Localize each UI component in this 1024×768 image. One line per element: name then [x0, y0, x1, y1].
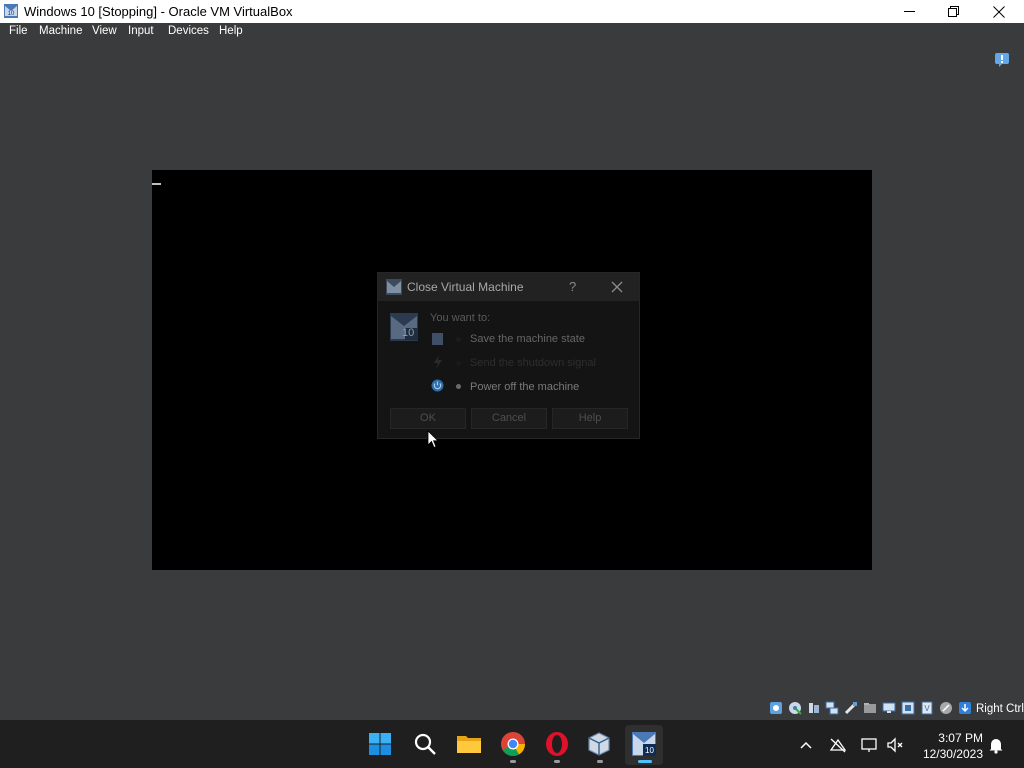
- text-cursor: [152, 183, 161, 185]
- virtualbox-icon: [588, 732, 610, 756]
- opera-button[interactable]: [540, 727, 574, 761]
- opera-icon: [546, 732, 568, 756]
- search-button[interactable]: [408, 727, 442, 761]
- display-icon[interactable]: [882, 701, 896, 715]
- vm-window-button[interactable]: 10: [627, 727, 661, 761]
- save-state-icon: [432, 333, 443, 345]
- virtualization-icon[interactable]: V: [920, 701, 934, 715]
- menu-input[interactable]: Input: [128, 25, 154, 37]
- menu-bar: File Machine View Input Devices Help: [0, 23, 1024, 42]
- virtualbox-dialog-icon: [386, 279, 402, 295]
- keyboard-icon[interactable]: [958, 701, 972, 715]
- svg-text:V: V: [924, 704, 930, 713]
- network-disconnected-icon[interactable]: [828, 735, 848, 755]
- close-vm-dialog: Close Virtual Machine ? 10 You want to: …: [378, 273, 639, 438]
- audio-icon[interactable]: [807, 701, 821, 715]
- restore-icon: [948, 5, 959, 17]
- radio-shutdown-signal: [456, 361, 461, 366]
- vm-window-icon: 10: [632, 732, 656, 756]
- dialog-title: Close Virtual Machine: [407, 280, 524, 294]
- dialog-titlebar: Close Virtual Machine ?: [378, 273, 639, 301]
- clock-time: 3:07 PM: [938, 731, 983, 745]
- dialog-help-button[interactable]: ?: [569, 279, 576, 294]
- close-button[interactable]: [976, 0, 1022, 23]
- network-icon[interactable]: [825, 701, 839, 715]
- file-explorer-button[interactable]: [452, 727, 486, 761]
- option-shutdown-signal: Send the shutdown signal: [470, 357, 596, 369]
- cancel-button[interactable]: Cancel: [471, 408, 547, 429]
- window-title: Windows 10 [Stopping] - Oracle VM Virtua…: [24, 4, 293, 19]
- virtualbox-button[interactable]: [582, 727, 616, 761]
- start-button[interactable]: [363, 727, 397, 761]
- option-power-off[interactable]: Power off the machine: [470, 381, 579, 393]
- virtualbox-app-icon: 10: [4, 4, 18, 18]
- optical-drive-icon[interactable]: [788, 701, 802, 715]
- hard-disk-icon[interactable]: [769, 701, 783, 715]
- svg-text:10: 10: [645, 746, 654, 755]
- start-icon: [369, 733, 391, 755]
- menu-help[interactable]: Help: [219, 25, 243, 37]
- menu-devices[interactable]: Devices: [168, 25, 209, 37]
- virtualbox-running-indicator: [597, 760, 603, 763]
- volume-icon[interactable]: [885, 735, 905, 755]
- maximize-button[interactable]: [931, 0, 977, 23]
- menu-file[interactable]: File: [9, 25, 28, 37]
- shutdown-signal-icon: [434, 355, 442, 369]
- dialog-prompt: You want to:: [430, 312, 491, 324]
- minimize-button[interactable]: [886, 0, 932, 23]
- shared-folders-icon[interactable]: [863, 701, 877, 715]
- window-titlebar: 10 Windows 10 [Stopping] - Oracle VM Vir…: [0, 0, 1024, 23]
- svg-text:10: 10: [8, 11, 15, 17]
- clock-date: 12/30/2023: [922, 747, 983, 761]
- display-icon[interactable]: [859, 735, 879, 755]
- file-explorer-icon: [457, 736, 481, 753]
- usb-icon[interactable]: [844, 701, 858, 715]
- menu-view[interactable]: View: [92, 25, 117, 37]
- active-app-indicator: [638, 760, 652, 763]
- os-badge-text: 10: [402, 327, 415, 339]
- mouse-integration-icon[interactable]: [939, 701, 953, 715]
- host-key-label: Right Ctrl: [976, 703, 1024, 715]
- mouse-pointer-icon: [427, 430, 439, 449]
- radio-power-off[interactable]: [456, 384, 461, 389]
- minimize-icon: [903, 11, 915, 12]
- opera-running-indicator: [554, 760, 560, 763]
- ok-button[interactable]: OK: [390, 408, 466, 429]
- close-icon: [993, 5, 1005, 18]
- power-icon: [431, 379, 444, 392]
- chevron-up-icon[interactable]: [796, 735, 816, 755]
- chrome-icon: [501, 732, 525, 757]
- search-icon: [414, 733, 436, 755]
- radio-save-state[interactable]: [456, 337, 461, 342]
- video-capture-icon[interactable]: [901, 701, 915, 715]
- option-save-state[interactable]: Save the machine state: [470, 333, 585, 345]
- taskbar-clock[interactable]: 3:07 PM 12/30/2023: [915, 730, 983, 762]
- menu-machine[interactable]: Machine: [39, 25, 82, 37]
- chrome-running-indicator: [510, 760, 516, 763]
- dialog-close-icon[interactable]: [610, 280, 624, 294]
- notifications-bell-icon[interactable]: [986, 735, 1006, 755]
- notification-center-icon[interactable]: [994, 52, 1010, 68]
- help-button[interactable]: Help: [552, 408, 628, 429]
- chrome-button[interactable]: [496, 727, 530, 761]
